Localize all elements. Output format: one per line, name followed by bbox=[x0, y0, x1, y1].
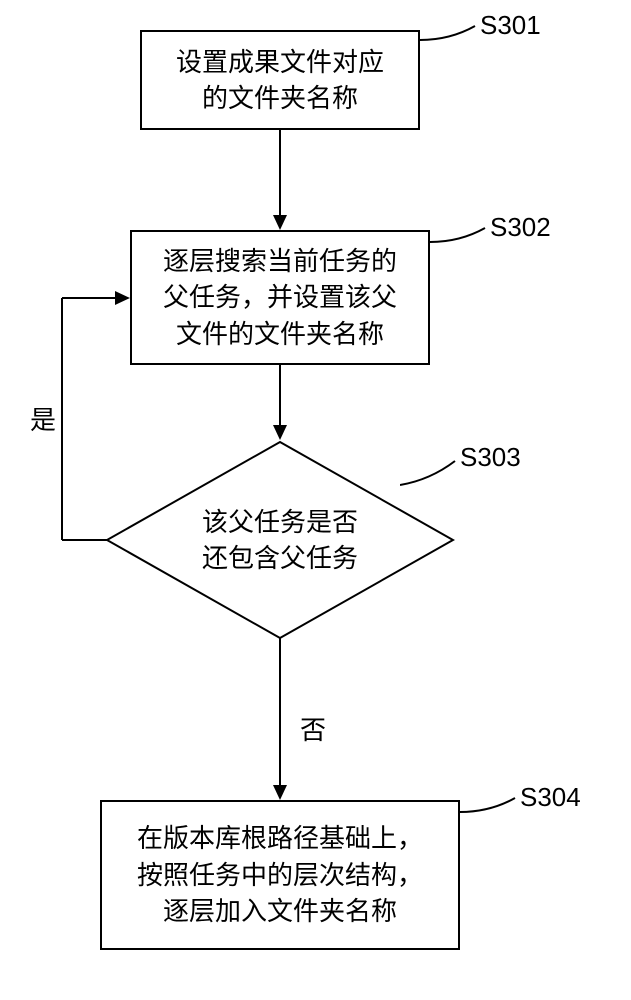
node-s304: 在版本库根路径基础上， 按照任务中的层次结构， 逐层加入文件夹名称 bbox=[100, 800, 460, 950]
node-s302-text: 逐层搜索当前任务的 父任务，并设置该父 文件的文件夹名称 bbox=[163, 243, 397, 352]
node-s301-text: 设置成果文件对应 的文件夹名称 bbox=[176, 44, 384, 117]
flowchart-canvas: 设置成果文件对应 的文件夹名称 S301 逐层搜索当前任务的 父任务，并设置该父… bbox=[0, 0, 631, 1000]
label-s301: S301 bbox=[480, 10, 541, 41]
node-s301: 设置成果文件对应 的文件夹名称 bbox=[140, 30, 420, 130]
label-s302: S302 bbox=[490, 212, 551, 243]
node-s304-text: 在版本库根路径基础上， 按照任务中的层次结构， 逐层加入文件夹名称 bbox=[137, 820, 423, 929]
edge-no: 否 bbox=[300, 710, 326, 747]
arrow-loop-yes bbox=[50, 288, 140, 548]
arrow-s302-s303 bbox=[270, 365, 290, 440]
arrow-s301-s302 bbox=[270, 130, 290, 230]
label-s303: S303 bbox=[460, 442, 521, 473]
node-s302: 逐层搜索当前任务的 父任务，并设置该父 文件的文件夹名称 bbox=[130, 230, 430, 365]
label-s304: S304 bbox=[520, 782, 581, 813]
edge-yes: 是 bbox=[30, 400, 56, 437]
node-s303-text: 该父任务是否 还包含父任务 bbox=[202, 504, 358, 577]
arrow-s303-s304 bbox=[270, 638, 290, 800]
